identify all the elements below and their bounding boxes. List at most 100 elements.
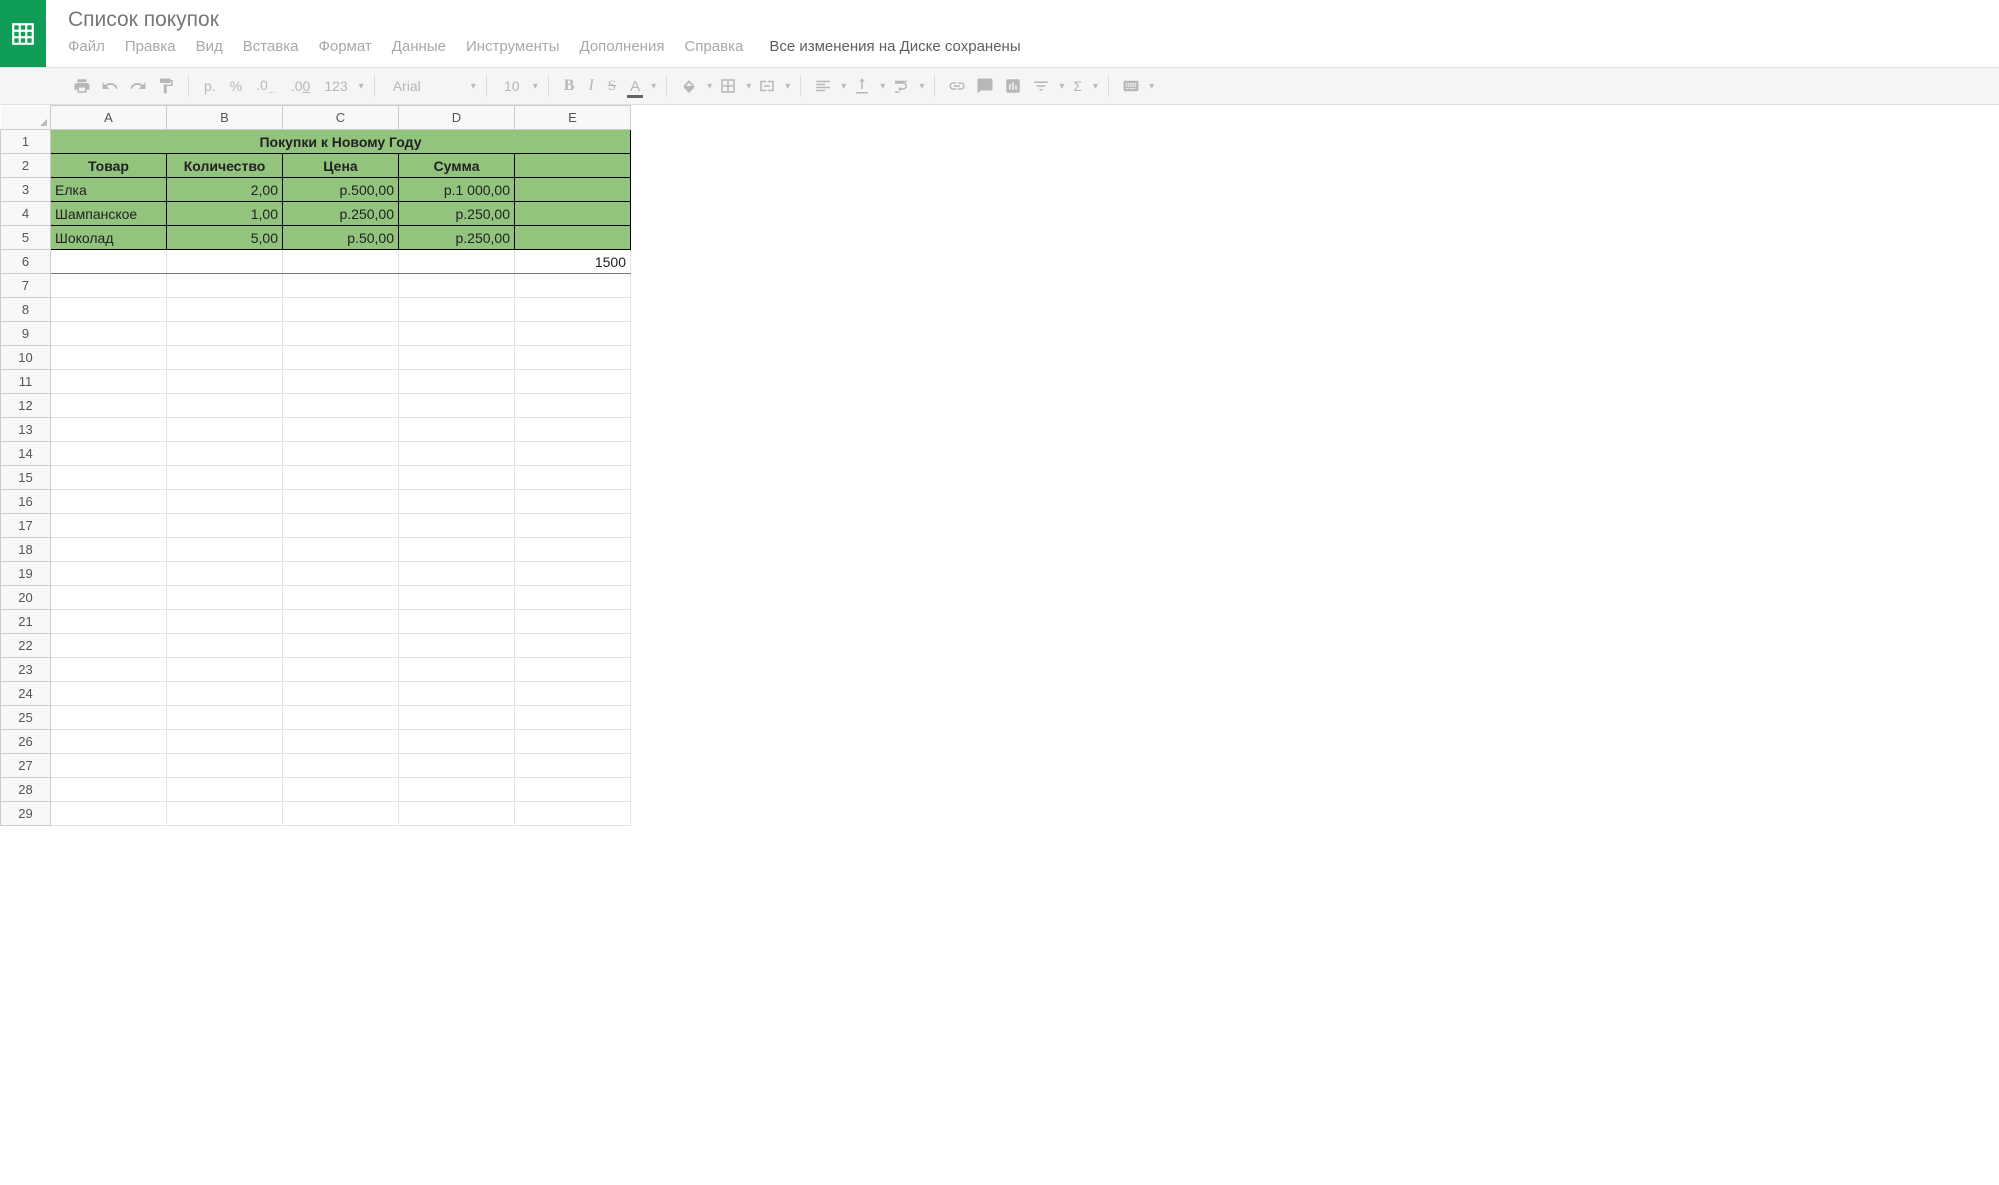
cell-A2[interactable]: Товар [51,154,167,178]
row-header-17[interactable]: 17 [1,514,51,538]
cell-C9[interactable] [283,322,399,346]
cell-E21[interactable] [515,610,631,634]
more-formats-button[interactable]: 123 [319,78,352,94]
cell-E4[interactable] [515,202,631,226]
cell-D5[interactable]: р.250,00 [399,226,515,250]
row-header-11[interactable]: 11 [1,370,51,394]
cell-B4[interactable]: 1,00 [167,202,283,226]
paint-format-icon[interactable] [154,74,178,98]
cell-B13[interactable] [167,418,283,442]
cell-E23[interactable] [515,658,631,682]
row-header-20[interactable]: 20 [1,586,51,610]
cell-B9[interactable] [167,322,283,346]
menu-format[interactable]: Формат [318,38,371,55]
cell-A9[interactable] [51,322,167,346]
cell-A17[interactable] [51,514,167,538]
cell-E8[interactable] [515,298,631,322]
row-header-9[interactable]: 9 [1,322,51,346]
cell-D6[interactable] [399,250,515,274]
merge-cells-icon[interactable] [755,74,779,98]
cell-C2[interactable]: Цена [283,154,399,178]
spreadsheet-grid[interactable]: ABCDE1Покупки к Новому Году2ТоварКоличес… [0,105,1999,1185]
borders-icon[interactable] [716,74,740,98]
cell-A11[interactable] [51,370,167,394]
menu-data[interactable]: Данные [392,38,446,55]
cell-C3[interactable]: р.500,00 [283,178,399,202]
column-header-D[interactable]: D [399,106,515,130]
row-header-25[interactable]: 25 [1,706,51,730]
cell-B29[interactable] [167,802,283,826]
cell-A5[interactable]: Шоколад [51,226,167,250]
row-header-8[interactable]: 8 [1,298,51,322]
cell-D12[interactable] [399,394,515,418]
cell-C12[interactable] [283,394,399,418]
row-header-2[interactable]: 2 [1,154,51,178]
row-header-4[interactable]: 4 [1,202,51,226]
row-header-14[interactable]: 14 [1,442,51,466]
row-header-6[interactable]: 6 [1,250,51,274]
cell-C17[interactable] [283,514,399,538]
cell-A26[interactable] [51,730,167,754]
cell-A1[interactable]: Покупки к Новому Году [51,130,631,154]
cell-D21[interactable] [399,610,515,634]
cell-E13[interactable] [515,418,631,442]
font-name-select[interactable]: Arial [385,78,465,94]
cell-B7[interactable] [167,274,283,298]
font-size-select[interactable]: 10 [497,78,527,94]
cell-A23[interactable] [51,658,167,682]
cell-D27[interactable] [399,754,515,778]
cell-C28[interactable] [283,778,399,802]
cell-B18[interactable] [167,538,283,562]
row-header-15[interactable]: 15 [1,466,51,490]
cell-E25[interactable] [515,706,631,730]
cell-B23[interactable] [167,658,283,682]
strikethrough-button[interactable]: S [603,78,621,95]
cell-D13[interactable] [399,418,515,442]
cell-B15[interactable] [167,466,283,490]
cell-D29[interactable] [399,802,515,826]
cell-B10[interactable] [167,346,283,370]
cell-E17[interactable] [515,514,631,538]
cell-C18[interactable] [283,538,399,562]
cell-B6[interactable] [167,250,283,274]
cell-C27[interactable] [283,754,399,778]
cell-E6[interactable]: 1500 [515,250,631,274]
cell-D11[interactable] [399,370,515,394]
cell-D14[interactable] [399,442,515,466]
cell-E11[interactable] [515,370,631,394]
format-currency-button[interactable]: р. [199,78,221,94]
cell-D22[interactable] [399,634,515,658]
cell-A6[interactable] [51,250,167,274]
cell-C24[interactable] [283,682,399,706]
cell-B22[interactable] [167,634,283,658]
row-header-7[interactable]: 7 [1,274,51,298]
cell-D9[interactable] [399,322,515,346]
cell-E19[interactable] [515,562,631,586]
cell-B27[interactable] [167,754,283,778]
cell-C8[interactable] [283,298,399,322]
cell-A7[interactable] [51,274,167,298]
cell-A29[interactable] [51,802,167,826]
cell-C16[interactable] [283,490,399,514]
cell-A25[interactable] [51,706,167,730]
cell-C7[interactable] [283,274,399,298]
cell-A19[interactable] [51,562,167,586]
keyboard-icon[interactable] [1119,74,1143,98]
cell-C22[interactable] [283,634,399,658]
cell-C10[interactable] [283,346,399,370]
insert-comment-icon[interactable] [973,74,997,98]
row-header-27[interactable]: 27 [1,754,51,778]
cell-E24[interactable] [515,682,631,706]
cell-E10[interactable] [515,346,631,370]
cell-C6[interactable] [283,250,399,274]
row-header-19[interactable]: 19 [1,562,51,586]
print-icon[interactable] [70,74,94,98]
cell-D16[interactable] [399,490,515,514]
cell-A12[interactable] [51,394,167,418]
cell-B24[interactable] [167,682,283,706]
menu-insert[interactable]: Вставка [243,38,299,55]
filter-icon[interactable] [1029,74,1053,98]
cell-A24[interactable] [51,682,167,706]
cell-E28[interactable] [515,778,631,802]
cell-D24[interactable] [399,682,515,706]
